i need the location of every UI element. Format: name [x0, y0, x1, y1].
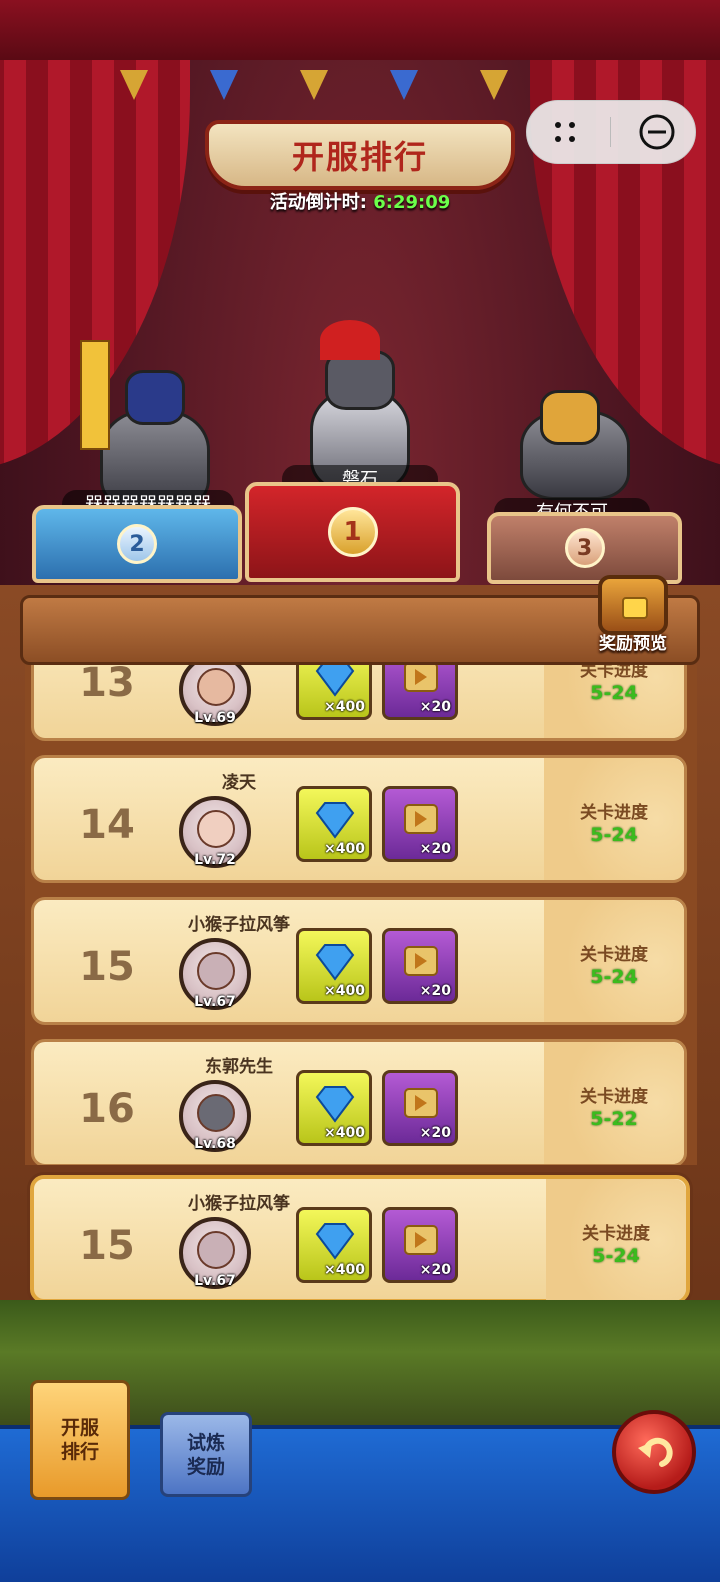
reward-gem[interactable]: ×400	[296, 786, 372, 862]
curtain-valance	[0, 0, 720, 60]
tab-server-ranking[interactable]: 开服 排行	[30, 1380, 130, 1500]
scroll-qty: ×20	[419, 841, 451, 857]
gem-qty: ×400	[324, 841, 365, 857]
row-rank: 15	[79, 1223, 135, 1269]
progress-label: 关卡进度	[580, 1087, 648, 1107]
pedestal-3: 3	[487, 512, 682, 584]
ranking-row-14[interactable]: 14 凌天 Lv.72 ×400 ×20 关卡进度 5-24	[31, 755, 687, 883]
treasure-chest-icon	[598, 575, 668, 635]
diamond-icon	[315, 802, 355, 839]
row-rank: 13	[79, 665, 135, 706]
tab-label-line1: 试炼	[186, 1431, 225, 1454]
rank-badge-2: 2	[117, 524, 157, 564]
reward-scroll[interactable]: ×20	[382, 665, 458, 720]
my-ranking-row[interactable]: 15 小猴子拉风筝 Lv.67 ×400 ×20 关卡进度 5-24	[30, 1175, 690, 1303]
reward-scroll[interactable]: ×20	[382, 1207, 458, 1283]
scroll-icon	[404, 804, 438, 834]
scroll-qty: ×20	[419, 1262, 451, 1278]
diamond-icon	[315, 1223, 355, 1260]
return-arrow-icon	[638, 1437, 673, 1467]
gem-qty: ×400	[324, 1262, 365, 1278]
gem-qty: ×400	[324, 983, 365, 999]
row-rank: 15	[79, 944, 135, 990]
progress-value: 5-24	[590, 682, 638, 704]
capsule-divider	[610, 117, 612, 147]
tab-label-line2: 奖励	[186, 1455, 225, 1478]
more-dots-icon[interactable]	[535, 107, 595, 157]
diamond-icon	[315, 1086, 355, 1123]
progress-value: 5-22	[590, 1108, 638, 1130]
progress-label: 关卡进度	[582, 1224, 650, 1244]
countdown-label: 活动倒计时:	[269, 192, 367, 213]
ranking-row-16[interactable]: 16 东郭先生 Lv.68 ×400 ×20 关卡进度 5-22	[31, 1039, 687, 1165]
hero-rank-2[interactable]	[80, 340, 230, 510]
ranking-row-15[interactable]: 15 小猴子拉风筝 Lv.67 ×400 ×20 关卡进度 5-24	[31, 897, 687, 1025]
progress-label: 关卡进度	[580, 945, 648, 965]
tab-label-line1: 开服	[60, 1417, 99, 1439]
progress-value: 5-24	[590, 824, 638, 846]
pedestal-1: 1	[245, 482, 460, 582]
progress-value: 5-24	[590, 966, 638, 988]
game-stage: 开服排行 活动倒计时: 6:29:09 磐石 2 1 3 13 Lv.69 ×4…	[0, 0, 720, 1582]
row-level: Lv.72	[194, 852, 236, 868]
reward-gem[interactable]: ×400	[296, 665, 372, 720]
podium: 槑槑槑槑槑槑槑 磐石 有何不可 2 1 3	[0, 250, 720, 590]
row-level: Lv.69	[194, 710, 236, 726]
reward-scroll[interactable]: ×20	[382, 928, 458, 1004]
row-level: Lv.67	[194, 994, 236, 1010]
diamond-icon	[315, 665, 355, 697]
row-rank: 16	[79, 1086, 135, 1132]
row-rank: 14	[79, 802, 135, 848]
row-level: Lv.68	[194, 1136, 236, 1152]
reward-scroll[interactable]: ×20	[382, 786, 458, 862]
scroll-icon	[404, 1225, 438, 1255]
scroll-icon	[404, 946, 438, 976]
countdown-value: 6:29:09	[373, 192, 451, 213]
ranking-row-13[interactable]: 13 Lv.69 ×400 ×20 关卡进度 5-24	[31, 665, 687, 741]
progress-label: 关卡进度	[580, 803, 648, 823]
gem-qty: ×400	[324, 699, 365, 715]
reward-gem[interactable]: ×400	[296, 1207, 372, 1283]
page-title: 开服排行	[291, 138, 428, 176]
hero-rank-3[interactable]	[510, 350, 640, 500]
back-button[interactable]	[612, 1410, 696, 1494]
row-level: Lv.67	[194, 1273, 236, 1289]
tab-trial-rewards[interactable]: 试炼 奖励	[160, 1412, 252, 1497]
tab-label-line2: 排行	[60, 1441, 99, 1463]
scroll-qty: ×20	[419, 983, 451, 999]
bunting-flags	[120, 70, 540, 110]
reward-gem[interactable]: ×400	[296, 928, 372, 1004]
progress-value: 5-24	[592, 1245, 640, 1267]
scroll-qty: ×20	[419, 699, 451, 715]
rank-badge-1: 1	[327, 507, 378, 557]
minimize-circle-icon[interactable]	[627, 107, 687, 157]
reward-preview-button[interactable]: 奖励预览	[588, 575, 678, 665]
scroll-icon	[404, 1088, 438, 1118]
title-banner: 开服排行	[205, 120, 515, 190]
diamond-icon	[315, 944, 355, 981]
ranking-list[interactable]: 13 Lv.69 ×400 ×20 关卡进度 5-24 14 凌天 Lv.72	[25, 665, 697, 1165]
reward-gem[interactable]: ×400	[296, 1070, 372, 1146]
progress-label: 关卡进度	[580, 665, 648, 681]
rank-badge-3: 3	[564, 528, 605, 568]
scroll-icon	[404, 665, 438, 692]
countdown: 活动倒计时: 6:29:09	[0, 188, 720, 214]
reward-scroll[interactable]: ×20	[382, 1070, 458, 1146]
pedestal-2: 2	[32, 505, 242, 583]
gem-qty: ×400	[324, 1125, 365, 1141]
mini-program-capsule	[526, 100, 696, 164]
scroll-qty: ×20	[419, 1125, 451, 1141]
